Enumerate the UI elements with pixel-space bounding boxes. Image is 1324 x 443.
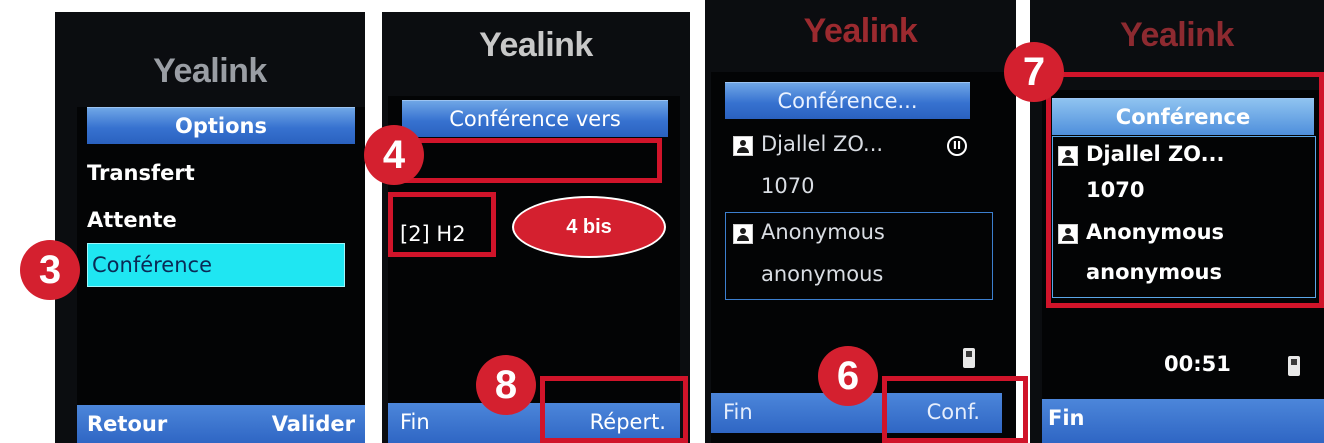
yealink-logo: Yealink <box>803 12 918 50</box>
softkey-bar: Fin <box>1042 399 1324 443</box>
softkey-fin[interactable]: Fin <box>400 403 430 441</box>
screen-title: Conférence... <box>725 82 970 119</box>
step-badge-6: 6 <box>818 346 878 406</box>
handset-screen-options: Yealink Options Transfert Attente Confér… <box>55 12 365 443</box>
phone-icon <box>963 348 975 368</box>
step-badge-3: 3 <box>20 240 80 300</box>
highlight-conf-box <box>882 376 1028 443</box>
highlight-result-box <box>388 192 496 257</box>
screen-title: Conférence vers <box>402 100 668 137</box>
softkey-retour[interactable]: Retour <box>87 405 167 443</box>
menu-item-conference-selected[interactable]: Conférence <box>87 243 345 287</box>
lcd-screen: Options Transfert Attente Conférence Ret… <box>77 107 365 443</box>
menu-item-transfert[interactable]: Transfert <box>87 161 195 185</box>
call-1-number: 1070 <box>761 174 815 198</box>
step-badge-8: 8 <box>476 355 536 415</box>
contact-icon <box>733 224 753 244</box>
menu-item-label: Conférence <box>92 253 213 277</box>
call-1-name[interactable]: Djallel ZO... <box>761 132 883 156</box>
hold-icon: II <box>947 136 967 156</box>
highlight-input-box <box>392 138 662 183</box>
step-badge-4: 4 <box>364 125 424 185</box>
screen-title: Options <box>87 107 355 144</box>
call-timer: 00:51 <box>1164 352 1231 376</box>
highlight-repert-box <box>540 376 688 443</box>
yealink-logo: Yealink <box>153 52 267 90</box>
call-2-name: Anonymous <box>761 220 885 244</box>
softkey-bar: Retour Valider <box>77 405 365 443</box>
step-badge-7: 7 <box>1004 42 1064 102</box>
step-badge-4bis: 4 bis <box>512 196 666 258</box>
contact-icon <box>733 136 753 156</box>
softkey-fin[interactable]: Fin <box>723 393 753 431</box>
phone-icon <box>1288 356 1300 376</box>
softkey-fin[interactable]: Fin <box>1048 399 1085 437</box>
softkey-valider[interactable]: Valider <box>272 405 355 443</box>
yealink-logo: Yealink <box>479 26 593 64</box>
highlight-participants-box <box>1046 72 1324 308</box>
call-2-number: anonymous <box>761 262 884 286</box>
yealink-logo: Yealink <box>1120 16 1234 54</box>
menu-item-attente[interactable]: Attente <box>87 208 177 232</box>
